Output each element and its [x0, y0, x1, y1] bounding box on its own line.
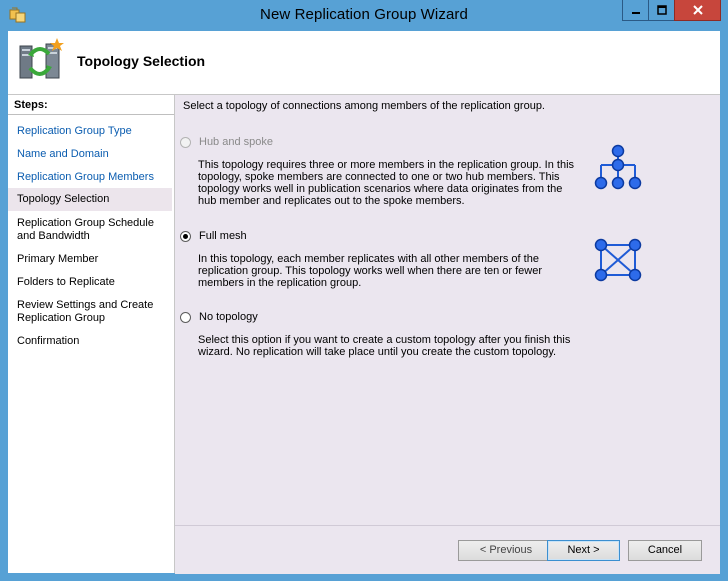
- replication-group-icon: [19, 38, 64, 79]
- hub-and-spoke-radio[interactable]: [180, 137, 191, 148]
- step-topology-selection: Topology Selection: [8, 188, 172, 211]
- maximize-icon: [656, 5, 667, 15]
- step-replication-group-type[interactable]: Replication Group Type: [8, 125, 172, 138]
- page-title: Topology Selection: [77, 53, 206, 69]
- full-mesh-radio[interactable]: [180, 231, 191, 242]
- minimize-button[interactable]: [622, 0, 649, 21]
- hub-and-spoke-label: Hub and spoke: [199, 136, 273, 148]
- instruction-text: Select a topology of connections among m…: [183, 100, 545, 112]
- no-topology-description: Select this option if you want to create…: [198, 334, 571, 358]
- wizard-window: New Replication Group Wizard Topology Se…: [0, 0, 728, 581]
- close-icon: [692, 5, 703, 15]
- steps-heading-label: Steps:: [14, 99, 48, 111]
- no-topology-radio[interactable]: [180, 312, 191, 323]
- hub-and-spoke-icon: [594, 144, 642, 190]
- cancel-button[interactable]: Cancel: [628, 540, 702, 561]
- window-title: New Replication Group Wizard: [260, 6, 468, 23]
- step-schedule-and-bandwidth: Replication Group Schedule and Bandwidth: [17, 217, 154, 242]
- content-pane: Select a topology of connections among m…: [175, 95, 720, 525]
- close-button[interactable]: [674, 0, 721, 21]
- step-replication-group-members[interactable]: Replication Group Members: [8, 171, 172, 184]
- full-mesh-label[interactable]: Full mesh: [199, 230, 247, 242]
- step-confirmation: Confirmation: [17, 335, 80, 347]
- minimize-icon: [631, 12, 640, 14]
- full-mesh-description: In this topology, each member replicates…: [198, 253, 543, 289]
- next-button[interactable]: Next >: [547, 540, 620, 561]
- step-folders-to-replicate: Folders to Replicate: [17, 276, 115, 288]
- previous-button[interactable]: < Previous: [458, 540, 554, 561]
- wizard-header: Topology Selection: [8, 31, 720, 95]
- step-name-and-domain[interactable]: Name and Domain: [8, 148, 172, 161]
- step-primary-member: Primary Member: [17, 253, 99, 265]
- hub-and-spoke-description: This topology requires three or more mem…: [198, 159, 575, 207]
- button-bar: < Previous Next > Cancel: [175, 525, 720, 574]
- step-review-settings: Review Settings and Create Replication G…: [17, 299, 154, 324]
- steps-pane: Steps: Replication Group Type Name and D…: [8, 95, 175, 573]
- no-topology-label[interactable]: No topology: [199, 311, 258, 323]
- steps-heading: Steps:: [8, 95, 174, 115]
- maximize-button[interactable]: [648, 0, 675, 21]
- title-bar[interactable]: New Replication Group Wizard: [0, 0, 728, 31]
- full-mesh-icon: [594, 238, 642, 282]
